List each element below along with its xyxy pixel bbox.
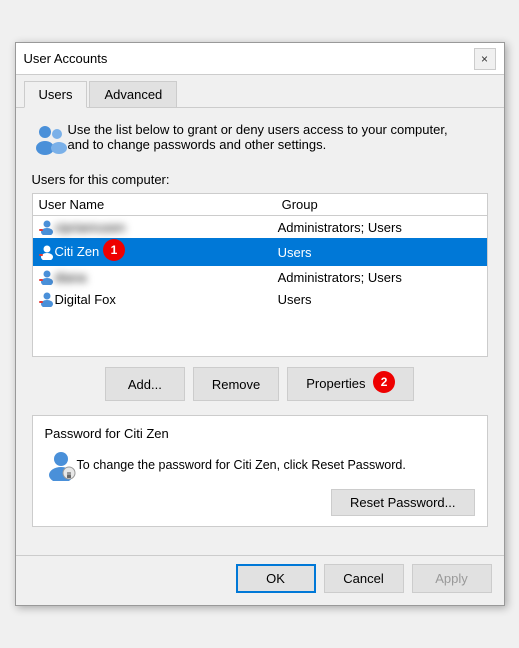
password-description: To change the password for Citi Zen, cli… <box>77 458 475 472</box>
user-row-group: Administrators; Users <box>278 270 477 285</box>
user-table: User Name Group ciprianrusen Administrat… <box>32 193 488 357</box>
info-section: Use the list below to grant or deny user… <box>32 122 488 158</box>
user-row-name: ciprianrusen <box>55 220 278 235</box>
tab-content: Use the list below to grant or deny user… <box>16 108 504 555</box>
user-accounts-window: User Accounts × Users Advanced Use the l… <box>15 42 505 606</box>
tab-advanced[interactable]: Advanced <box>89 81 177 107</box>
table-header: User Name Group <box>33 194 487 216</box>
table-row[interactable]: ciprianrusen Administrators; Users <box>33 216 487 238</box>
add-button[interactable]: Add... <box>105 367 185 401</box>
user-row-icon <box>39 219 55 235</box>
user-row-icon <box>39 269 55 285</box>
user-row-group: Users <box>278 245 477 260</box>
table-row[interactable]: Digital Fox Users <box>33 288 487 310</box>
bottom-buttons: OK Cancel Apply <box>16 555 504 605</box>
users-icon <box>32 122 68 158</box>
user-row-name: diana <box>55 270 278 285</box>
properties-button[interactable]: Properties 2 <box>287 367 414 401</box>
window-title: User Accounts <box>24 51 108 66</box>
user-row-name: Citi Zen 1 <box>55 241 278 263</box>
reset-btn-container: Reset Password... <box>45 489 475 516</box>
user-row-icon <box>39 291 55 307</box>
user-row-group: Users <box>278 292 477 307</box>
table-row[interactable]: diana Administrators; Users <box>33 266 487 288</box>
remove-button[interactable]: Remove <box>193 367 279 401</box>
cancel-button[interactable]: Cancel <box>324 564 404 593</box>
badge-2: 2 <box>373 371 395 393</box>
password-section-title: Password for Citi Zen <box>45 426 475 441</box>
close-button[interactable]: × <box>474 48 496 70</box>
table-body: ciprianrusen Administrators; Users Citi … <box>33 216 487 356</box>
password-section: Password for Citi Zen To change the pass… <box>32 415 488 527</box>
user-row-name: Digital Fox <box>55 292 278 307</box>
user-row-group: Administrators; Users <box>278 220 477 235</box>
column-header-username: User Name <box>39 197 282 212</box>
tabs-container: Users Advanced <box>16 75 504 108</box>
column-header-group: Group <box>282 197 481 212</box>
reset-password-button[interactable]: Reset Password... <box>331 489 475 516</box>
ok-button[interactable]: OK <box>236 564 316 593</box>
password-user-icon <box>45 449 77 481</box>
action-buttons: Add... Remove Properties 2 <box>32 367 488 401</box>
title-bar: User Accounts × <box>16 43 504 75</box>
password-content: To change the password for Citi Zen, cli… <box>45 449 475 481</box>
table-row[interactable]: Citi Zen 1 Users <box>33 238 487 266</box>
tab-users[interactable]: Users <box>24 81 88 108</box>
badge-1: 1 <box>103 239 125 261</box>
info-text: Use the list below to grant or deny user… <box>68 122 448 152</box>
user-row-icon <box>39 244 55 260</box>
apply-button[interactable]: Apply <box>412 564 492 593</box>
users-section-label: Users for this computer: <box>32 172 488 187</box>
